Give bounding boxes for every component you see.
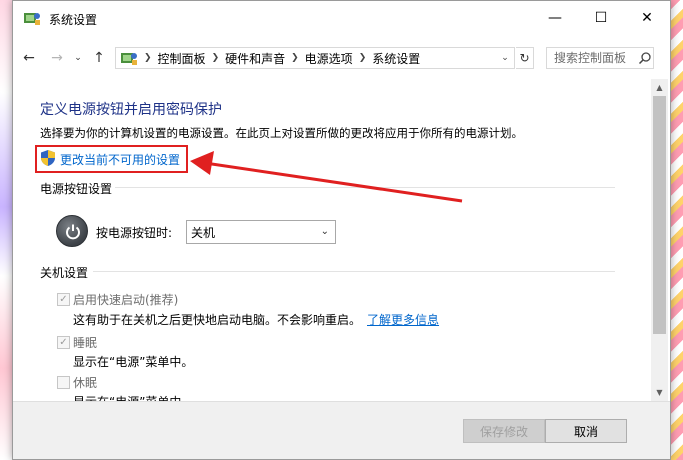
- up-arrow-icon[interactable]: ↑: [89, 49, 109, 67]
- title-bar: 系统设置 — ☐ ✕: [13, 1, 670, 35]
- sleep-label: 睡眠: [73, 336, 98, 350]
- fast-startup-label: 启用快速启动(推荐): [73, 293, 179, 307]
- sleep-description: 显示在“电源”菜单中。: [73, 355, 194, 369]
- chevron-down-icon: ⌄: [320, 226, 329, 237]
- control-panel-icon: [121, 53, 137, 65]
- fast-startup-description: 这有助于在关机之后更快地启动电脑。不会影响重启。 了解更多信息: [73, 311, 439, 328]
- forward-arrow-icon[interactable]: →: [47, 49, 67, 67]
- address-dropdown-chevron-icon[interactable]: ⌄: [497, 47, 513, 69]
- scroll-up-arrow-icon[interactable]: ▲: [651, 79, 668, 96]
- breadcrumb-separator-icon: ❯: [211, 53, 220, 63]
- section-divider: [93, 271, 615, 272]
- power-button-action-select[interactable]: 关机 ⌄: [186, 220, 336, 244]
- power-button-icon: [56, 215, 88, 247]
- hibernate-checkbox[interactable]: [57, 376, 70, 389]
- scrollbar-thumb[interactable]: [653, 96, 666, 334]
- power-options-icon: [24, 13, 40, 25]
- breadcrumb-separator-icon: ❯: [291, 53, 299, 63]
- breadcrumb-hardware-sound[interactable]: 硬件和声音: [225, 50, 285, 67]
- fast-startup-description-text: 这有助于在关机之后更快地启动电脑。不会影响重启。: [73, 313, 362, 327]
- desktop-background-right: [669, 0, 683, 460]
- button-bar: 保存修改 取消: [13, 401, 670, 459]
- recent-locations-chevron-icon[interactable]: ⌄: [71, 49, 85, 67]
- hibernate-label: 休眠: [73, 376, 98, 390]
- vertical-scrollbar[interactable]: ▲ ▼: [651, 79, 668, 401]
- window-title: 系统设置: [49, 13, 98, 27]
- power-button-action-value: 关机: [191, 225, 216, 240]
- hibernate-description: 显示在“电源”菜单中。: [73, 393, 193, 401]
- minimize-button[interactable]: —: [532, 1, 578, 35]
- cancel-button[interactable]: 取消: [545, 419, 627, 443]
- breadcrumb-separator-icon: ❯: [358, 53, 367, 63]
- maximize-button[interactable]: ☐: [578, 1, 624, 35]
- change-unavailable-settings-link[interactable]: 更改当前不可用的设置: [60, 151, 180, 168]
- search-input[interactable]: [554, 51, 638, 65]
- search-icon[interactable]: [638, 51, 652, 65]
- fast-startup-checkbox[interactable]: ✓: [57, 293, 70, 306]
- uac-shield-icon: [41, 150, 55, 166]
- shutdown-section-heading: 关机设置: [40, 266, 89, 280]
- breadcrumb-system-settings[interactable]: 系统设置: [372, 50, 420, 67]
- sleep-checkbox[interactable]: ✓: [57, 336, 70, 349]
- breadcrumb-control-panel[interactable]: 控制面板: [158, 50, 206, 67]
- scroll-down-arrow-icon[interactable]: ▼: [651, 384, 668, 401]
- page-description: 选择要为你的计算机设置的电源设置。在此页上对设置所做的更改将应用于你所有的电源计…: [40, 126, 523, 140]
- system-settings-window: 系统设置 — ☐ ✕ ← → ⌄ ↑ ❯ 控制面板 ❯ 硬件和声音 ❯ 电源选项…: [12, 0, 671, 460]
- close-button[interactable]: ✕: [624, 1, 670, 35]
- power-button-action-label: 按电源按钮时:: [96, 226, 173, 240]
- breadcrumb-power-options[interactable]: 电源选项: [305, 50, 353, 67]
- learn-more-link[interactable]: 了解更多信息: [367, 313, 439, 327]
- address-bar[interactable]: ❯ 控制面板 ❯ 硬件和声音 ❯ 电源选项 ❯ 系统设置: [115, 47, 515, 69]
- power-button-section-heading: 电源按钮设置: [40, 182, 113, 196]
- save-changes-button[interactable]: 保存修改: [463, 419, 545, 443]
- section-divider: [115, 187, 615, 188]
- breadcrumb-separator-icon: ❯: [144, 53, 152, 63]
- refresh-icon[interactable]: ↻: [516, 47, 534, 69]
- search-box[interactable]: [546, 47, 654, 69]
- navigation-bar: ← → ⌄ ↑ ❯ 控制面板 ❯ 硬件和声音 ❯ 电源选项 ❯ 系统设置 ⌄ ↻: [13, 41, 670, 75]
- settings-content: 定义电源按钮并启用密码保护 选择要为你的计算机设置的电源设置。在此页上对设置所做…: [13, 79, 649, 401]
- page-title: 定义电源按钮并启用密码保护: [40, 102, 222, 118]
- back-arrow-icon[interactable]: ←: [19, 49, 39, 67]
